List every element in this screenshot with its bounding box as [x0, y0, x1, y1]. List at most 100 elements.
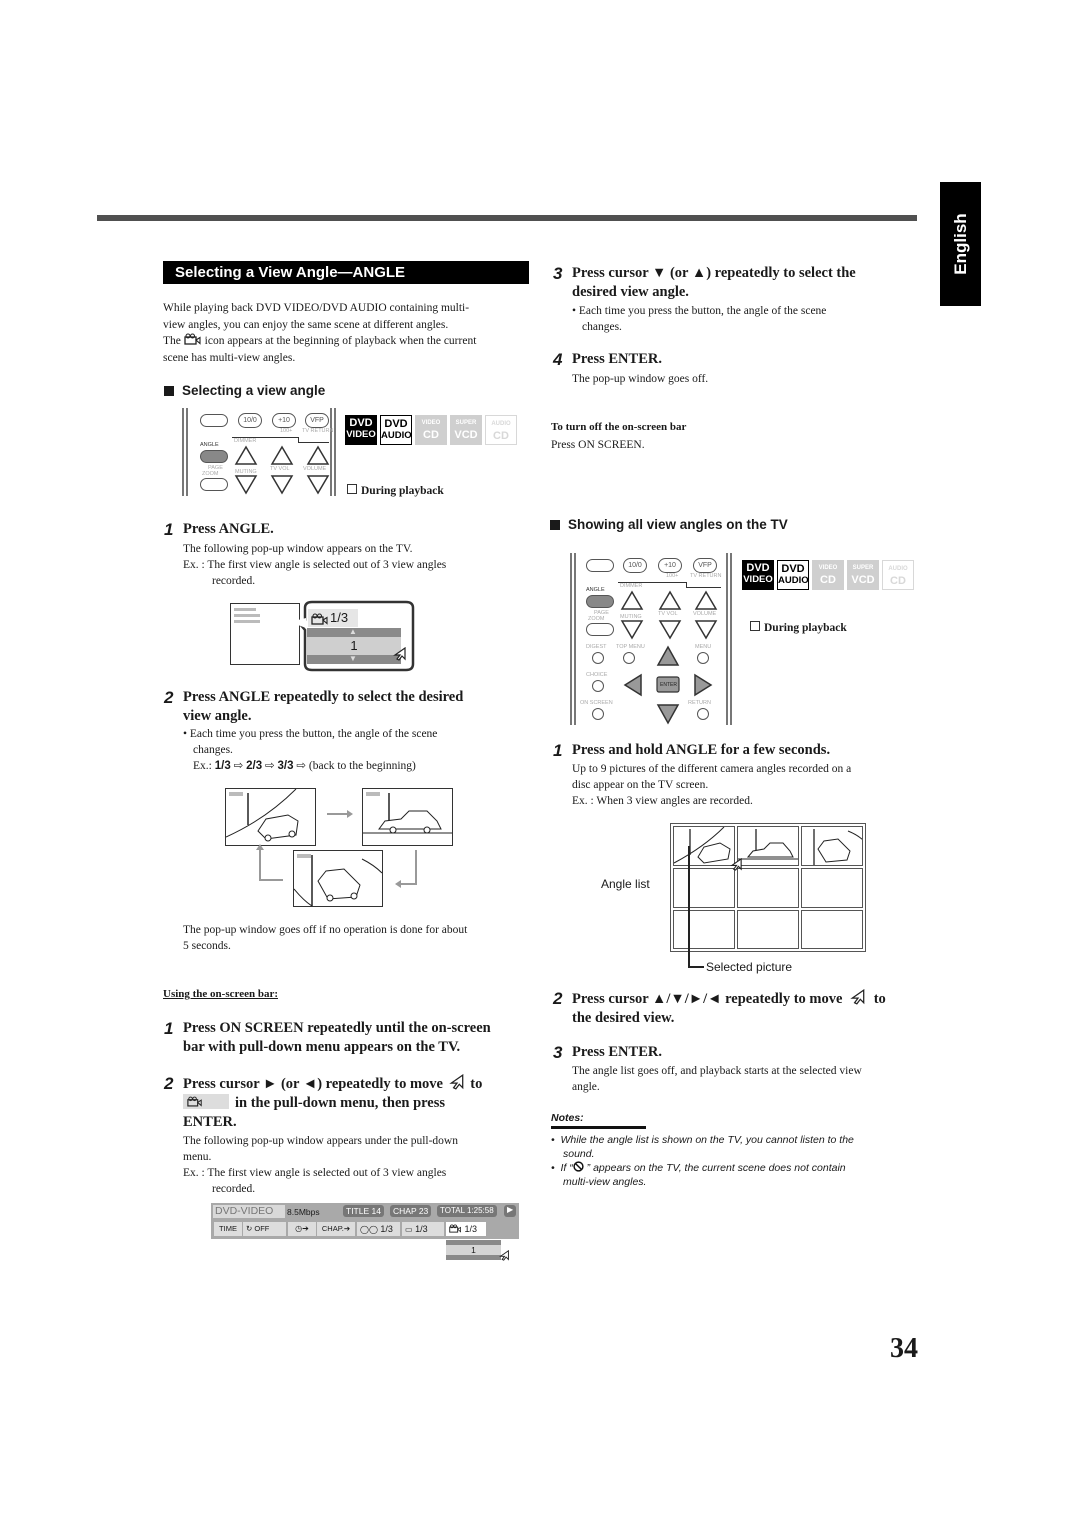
badge-audio-cd: AUDIO CD: [882, 560, 914, 590]
popup-selected-value[interactable]: 1: [307, 637, 401, 655]
cursor-arrow-icon: [448, 1073, 463, 1090]
down-arrow-icon: ▼: [349, 654, 357, 663]
cursor-arrow-icon: [499, 1250, 509, 1261]
osd-dropdown-scroll-down[interactable]: [446, 1255, 501, 1260]
onscreen-bar-heading: Using the on-screen bar:: [163, 988, 278, 1000]
remote-edge: [730, 553, 732, 725]
zoom-button: [586, 623, 614, 636]
note-text: 5 seconds.: [183, 940, 231, 952]
cycle-arrow: [259, 850, 261, 880]
step-title: Press ANGLE repeatedly to select the des…: [183, 689, 464, 705]
step-title: bar with pull-down menu appears on the T…: [183, 1039, 461, 1055]
step-number: 1: [164, 1019, 174, 1038]
clock-arrow-icon: ◷➔: [295, 1224, 309, 1233]
intro-line: While playing back DVD VIDEO/DVD AUDIO c…: [163, 302, 470, 314]
example-text: The first view angle is selected out of …: [207, 1167, 447, 1179]
step-title: Press ENTER.: [572, 351, 662, 367]
selected-picture-leader-line: [688, 966, 704, 968]
step-4-body: The pop-up window goes off.: [572, 373, 709, 385]
on-screen-button: [592, 708, 604, 720]
step-title: desired view angle.: [572, 284, 689, 300]
step-number: 2: [164, 688, 174, 707]
angle-camera-icon: [184, 333, 201, 345]
step-title: Press cursor ▼ (or ▲) repeatedly to sele…: [572, 265, 856, 281]
angle-sequence-item: 1/3: [214, 760, 231, 772]
osd-angle-button[interactable]: 1/3: [446, 1222, 486, 1236]
step-1-press-and-hold-angle: 1 Press and hold ANGLE for a few seconds.: [553, 741, 830, 760]
osd-dropdown-value[interactable]: 1: [446, 1245, 501, 1255]
step-3-body: The angle list goes off, and playback st…: [572, 1063, 917, 1095]
remote-edge: [570, 553, 572, 725]
turn-off-body: Press ON SCREEN.: [551, 439, 645, 451]
btn-vfp: VFP: [693, 558, 717, 573]
checkbox-icon: [347, 484, 357, 494]
label-enter: ENTER: [660, 682, 677, 688]
remote-edge: [726, 553, 728, 725]
step-1-press-angle: 1 Press ANGLE.: [164, 520, 274, 539]
popup-scroll-up[interactable]: ▲: [307, 627, 401, 637]
angle-menu-item-chip: [183, 1094, 229, 1109]
remote-edge: [182, 408, 184, 496]
osd-mini: [234, 614, 260, 617]
btn-vfp: VFP: [305, 413, 329, 428]
cursor-arrow-icon: [730, 858, 742, 871]
angle-view-2: [362, 788, 453, 846]
badge-super-vcd: SUPER VCD: [847, 560, 879, 590]
angle-thumbnail-2[interactable]: [737, 826, 799, 866]
badge-audio-cd: AUDIO CD: [485, 415, 517, 445]
subsection-label: Showing all view angles on the TV: [568, 517, 788, 532]
down-triangle-buttons: [620, 620, 718, 640]
onscreen-step-2: 2 Press cursor ► (or ◄) repeatedly to mo…: [164, 1073, 543, 1132]
language-tab-label: English: [950, 213, 970, 275]
step-number: 2: [553, 989, 563, 1008]
angle-thumbnail-1[interactable]: [673, 826, 735, 866]
osd-audio-button[interactable]: ◯◯ 1/3: [357, 1222, 400, 1236]
osd-clock-jump-button[interactable]: ◷➔: [288, 1222, 316, 1236]
label-zoom: ZOOM: [202, 471, 219, 477]
example-text: recorded.: [212, 1183, 256, 1195]
angle-thumbnail-empty: [801, 910, 863, 949]
label-on-screen: ON SCREEN: [580, 700, 613, 706]
top-rule: [97, 215, 917, 221]
osd-subtitle-button[interactable]: ▭ 1/3: [402, 1222, 444, 1236]
subsection-label: Selecting a view angle: [182, 383, 326, 398]
intro-line: scene has multi-view angles.: [163, 351, 296, 364]
badge-dvd-audio: DVD AUDIO: [380, 415, 412, 445]
osd-time-button[interactable]: TIME: [214, 1222, 242, 1236]
bullet-text: Each time you press the button, the angl…: [578, 305, 827, 317]
audio-icon: ◯◯: [360, 1225, 378, 1234]
step-text: The angle list goes off, and playback st…: [572, 1065, 862, 1077]
osd-chapter: CHAP 23: [390, 1205, 432, 1217]
step-number: 4: [553, 350, 563, 369]
arrow-right-icon: ⇨: [296, 760, 307, 772]
during-playback-label: During playback: [347, 484, 444, 497]
step-number: 3: [553, 264, 563, 283]
page-number: 34: [890, 1333, 918, 1364]
popup-scroll-down[interactable]: ▼: [307, 654, 401, 664]
step-number: 1: [553, 741, 563, 760]
angle-button: [200, 450, 228, 463]
label-tv-vol: TV VOL: [270, 466, 290, 472]
angle-thumbnail-3[interactable]: [801, 826, 863, 866]
osd-mode: DVD-VIDEO: [213, 1205, 285, 1218]
osd-chapter-jump-button[interactable]: CHAP.➔: [317, 1222, 355, 1236]
osd-repeat-button[interactable]: ↻ OFF: [243, 1222, 286, 1236]
step-title: Press cursor ▲/▼/►/◄ repeatedly to move: [572, 991, 843, 1007]
angle-camera-icon: [187, 1096, 202, 1107]
osd-bitrate: 8.5Mbps: [287, 1207, 320, 1217]
cursor-arrow-icon: [393, 647, 406, 661]
step-title: the desired view.: [572, 1010, 675, 1026]
car-angle-1-illustration: [226, 789, 299, 842]
intro-the: The: [163, 335, 181, 347]
btn-plus-10: +10: [658, 558, 682, 573]
label-angle: ANGLE: [200, 442, 219, 448]
step-title: Press cursor ► (or ◄) repeatedly to move: [183, 1076, 443, 1092]
osd-play-button[interactable]: ▶: [504, 1205, 516, 1217]
example-text: Ex. : When 3 view angles are recorded.: [572, 795, 753, 807]
step-text: angle.: [572, 1081, 600, 1093]
on-screen-bar: DVD-VIDEO 8.5Mbps TITLE 14 CHAP 23 TOTAL…: [211, 1203, 519, 1239]
angle-thumbnail-empty: [673, 910, 735, 949]
popup-timeout-note: The pop-up window goes off if no operati…: [183, 922, 528, 954]
intro-text: icon appears at the beginning of playbac…: [204, 335, 477, 347]
angle-view-3: [293, 850, 383, 907]
